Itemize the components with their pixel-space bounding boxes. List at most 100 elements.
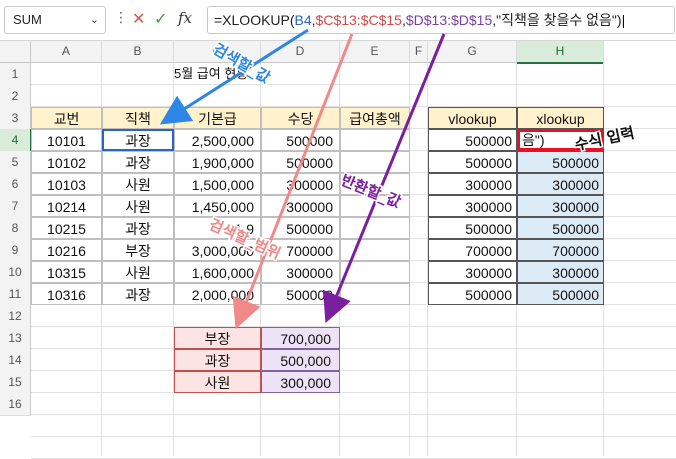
ref-key-cell[interactable]: 부장 [174,327,261,349]
table-cell[interactable]: 사원 [102,261,174,283]
row-header-14[interactable]: 14 [0,349,31,372]
row-header-10[interactable]: 10 [0,261,31,284]
row-header-2[interactable]: 2 [0,85,31,108]
xlookup-cell[interactable]: 500000 [517,283,604,305]
ref-key-cell[interactable]: 사원 [174,371,261,393]
table-cell[interactable]: 과장 [102,151,174,173]
table-cell[interactable]: 과장 [102,283,174,305]
table-cell[interactable] [340,283,410,305]
select-all-corner[interactable] [0,41,31,63]
table-cell[interactable]: 1,450,000 [174,195,261,217]
table-cell[interactable]: 1,9 [174,217,261,239]
vlookup-cell[interactable]: 500000 [428,129,517,151]
table-cell[interactable]: 2,500,000 [174,129,261,151]
table-cell[interactable]: 10214 [31,195,102,217]
more-options-icon[interactable]: ⋮ [114,10,128,26]
table-cell[interactable]: 10316 [31,283,102,305]
lookup-header-cell[interactable]: xlookup [517,107,604,129]
ref-value-cell[interactable]: 500,000 [261,349,340,371]
row-header-3[interactable]: 3 [0,107,31,130]
table-cell[interactable]: 500000 [261,129,340,151]
table-cell[interactable] [340,151,410,173]
table-cell[interactable]: 300000 [261,261,340,283]
column-header-h[interactable]: H [517,41,604,64]
table-header-cell[interactable]: 교번 [31,107,102,129]
row-header-11[interactable]: 11 [0,283,31,306]
vlookup-cell[interactable]: 700000 [428,239,517,261]
xlookup-cell[interactable]: 500000 [517,151,604,173]
vlookup-cell[interactable]: 500000 [428,283,517,305]
insert-function-icon[interactable]: fx [178,9,192,27]
table-cell[interactable] [340,195,410,217]
ref-value-cell[interactable]: 300,000 [261,371,340,393]
confirm-icon[interactable]: ✓ [154,9,167,28]
table-cell[interactable]: 500000 [261,151,340,173]
column-header-d[interactable]: D [261,41,340,63]
row-header-15[interactable]: 15 [0,371,31,394]
vlookup-cell[interactable]: 300000 [428,261,517,283]
vlookup-cell[interactable]: 500000 [428,151,517,173]
table-cell[interactable]: 10103 [31,173,102,195]
column-header-f[interactable]: F [410,41,428,63]
table-cell[interactable]: 500000 [261,217,340,239]
xlookup-cell[interactable]: 300000 [517,195,604,217]
table-cell[interactable]: 1,600,000 [174,261,261,283]
cancel-icon[interactable]: ✕ [132,9,145,28]
vlookup-cell[interactable]: 300000 [428,173,517,195]
table-cell[interactable] [340,173,410,195]
row-header-4[interactable]: 4 [0,129,32,152]
xlookup-cell[interactable]: 300000 [517,261,604,283]
row-header-9[interactable]: 9 [0,239,31,262]
column-header-g[interactable]: G [428,41,517,63]
row-header-7[interactable]: 7 [0,195,31,218]
table-cell[interactable]: 10315 [31,261,102,283]
table-cell[interactable]: 300000 [261,195,340,217]
table-cell[interactable]: 2,000,000 [174,283,261,305]
table-cell[interactable]: 500000 [261,283,340,305]
table-cell[interactable]: 부장 [102,239,174,261]
row-header-12[interactable]: 12 [0,305,31,328]
formula-input[interactable]: =XLOOKUP(B4,$C$13:$C$15,$D$13:$D$15,"직책을… [207,6,675,34]
table-cell[interactable]: 1,500,000 [174,173,261,195]
table-cell[interactable]: 300000 [261,173,340,195]
xlookup-cell[interactable]: 300000 [517,173,604,195]
column-header-c[interactable]: C [174,41,261,63]
table-cell[interactable] [340,239,410,261]
table-cell[interactable] [340,261,410,283]
row-header-5[interactable]: 5 [0,151,31,174]
table-cell[interactable]: 사원 [102,195,174,217]
column-header-a[interactable]: A [31,41,102,63]
table-cell[interactable]: 과장 [102,217,174,239]
table-cell[interactable]: 1,900,000 [174,151,261,173]
row-header-1[interactable]: 1 [0,63,31,86]
table-header-cell[interactable]: 기본급 [174,107,261,129]
table-cell[interactable]: 700000 [261,239,340,261]
active-cell-b4[interactable] [102,129,174,151]
column-header-b[interactable]: B [102,41,174,63]
table-cell[interactable] [340,217,410,239]
table-cell[interactable]: 10216 [31,239,102,261]
row-header-16[interactable]: 16 [0,393,31,416]
ref-value-cell[interactable]: 700,000 [261,327,340,349]
lookup-header-cell[interactable]: vlookup [428,107,517,129]
column-header-e[interactable]: E [340,41,410,63]
table-header-cell[interactable]: 직책 [102,107,174,129]
xlookup-cell[interactable]: 500000 [517,217,604,239]
table-cell[interactable]: 10215 [31,217,102,239]
name-box[interactable]: SUM ⌄ [4,6,106,34]
vlookup-cell[interactable]: 500000 [428,217,517,239]
table-cell[interactable]: 10102 [31,151,102,173]
table-header-cell[interactable]: 수당 [261,107,340,129]
table-cell[interactable]: 10101 [31,129,102,151]
table-cell[interactable]: 사원 [102,173,174,195]
row-header-13[interactable]: 13 [0,327,31,350]
chevron-down-icon[interactable]: ⌄ [90,13,99,26]
table-cell[interactable] [340,129,410,151]
xlookup-cell[interactable]: 700000 [517,239,604,261]
formula-editing-cell[interactable]: 음") [517,129,604,151]
table-cell[interactable]: 3,000,000 [174,239,261,261]
row-header-6[interactable]: 6 [0,173,31,196]
worksheet-grid[interactable]: 5월 급여 현황 교번 직책 기본급 수당 급여총액 10101 과장 2,500,000 50… [31,63,676,459]
ref-key-cell[interactable]: 과장 [174,349,261,371]
vlookup-cell[interactable]: 300000 [428,195,517,217]
